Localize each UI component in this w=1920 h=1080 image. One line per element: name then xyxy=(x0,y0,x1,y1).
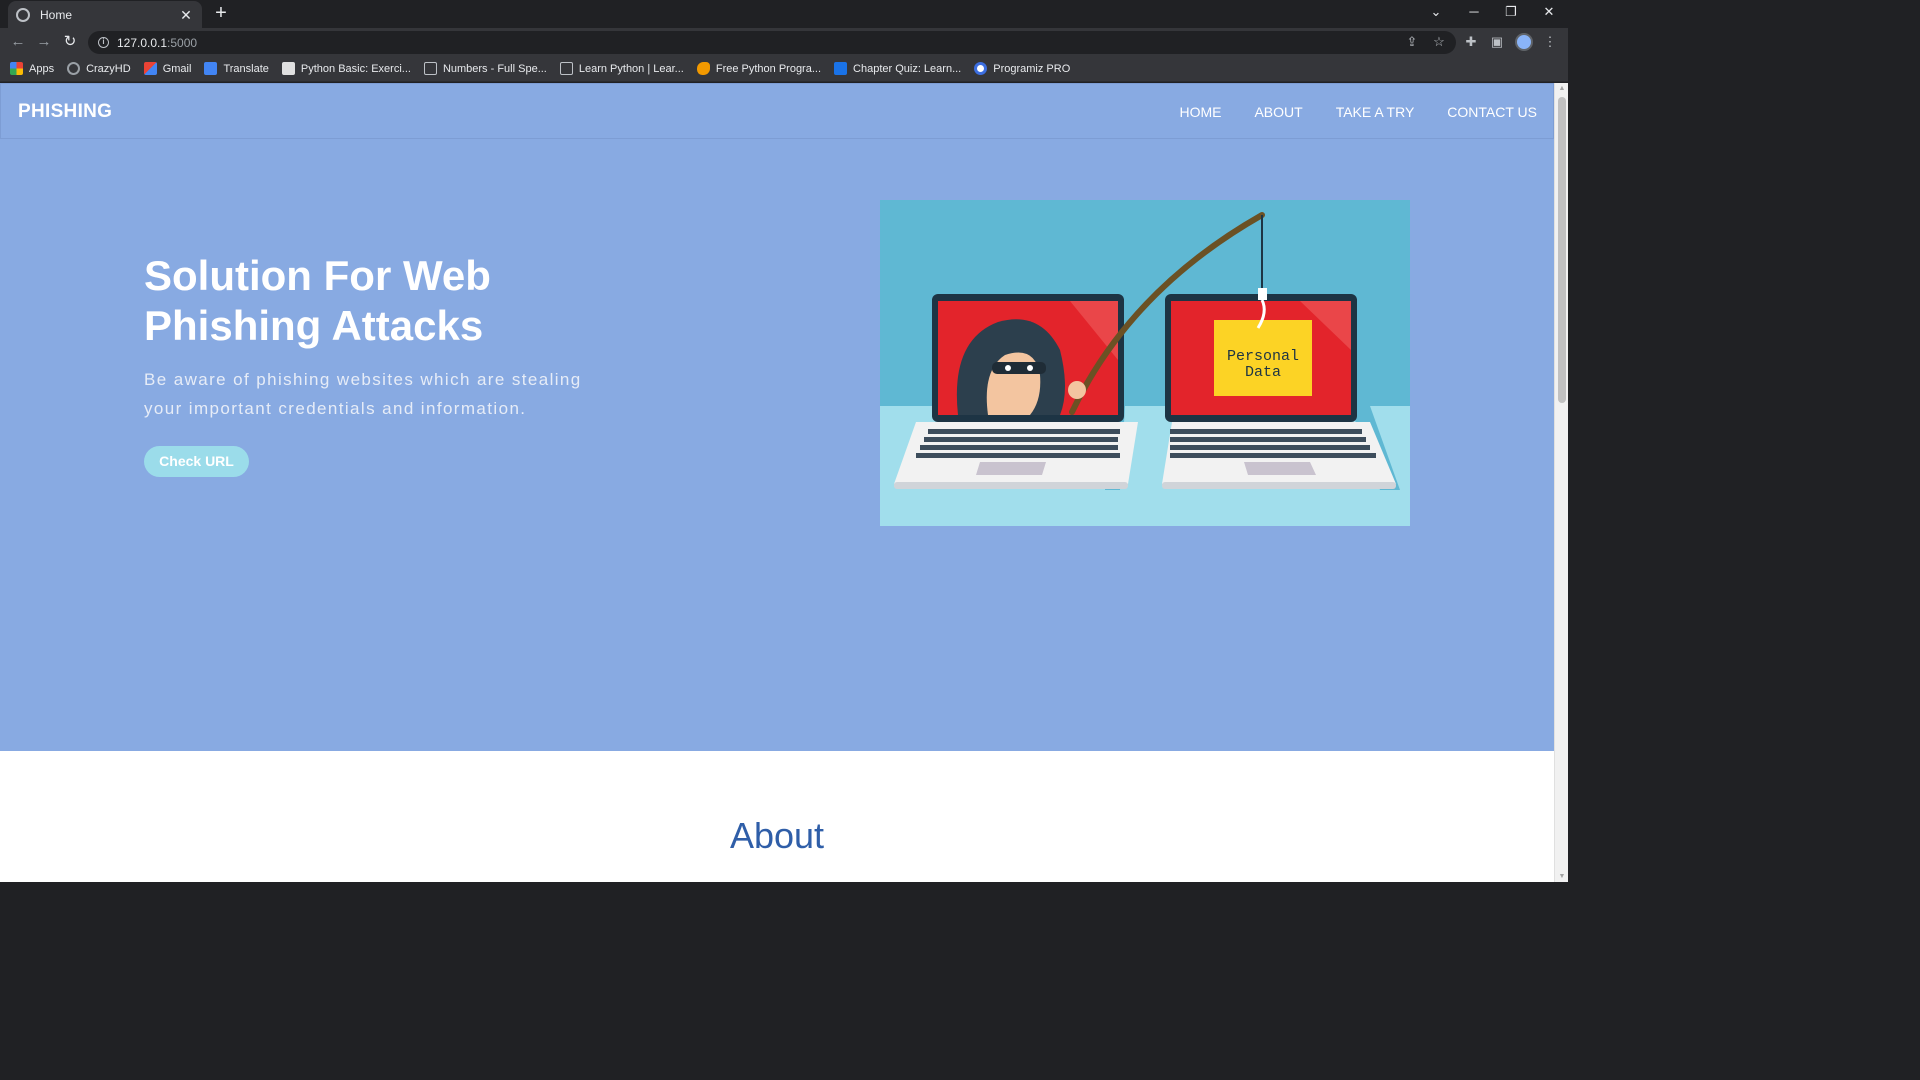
nav-links: HOME ABOUT TAKE A TRY CONTACT US xyxy=(1146,104,1537,120)
extensions-icon[interactable]: ✚ xyxy=(1463,34,1479,50)
bookmark-apps[interactable]: Apps xyxy=(10,62,54,75)
gmail-icon xyxy=(143,62,157,75)
programiz-icon xyxy=(974,62,988,75)
page-viewport: PHISHING HOME ABOUT TAKE A TRY CONTACT U… xyxy=(0,83,1554,882)
nav-home[interactable]: HOME xyxy=(1179,104,1221,120)
hero-title: Solution For Web Phishing Attacks xyxy=(144,252,491,349)
page-icon xyxy=(559,62,573,75)
nav-take-a-try[interactable]: TAKE A TRY xyxy=(1336,104,1415,120)
tab-home[interactable]: Home ✕ xyxy=(8,1,202,28)
site-info-icon[interactable]: i xyxy=(98,37,109,48)
restore-button[interactable]: ❐ xyxy=(1501,4,1521,20)
site-navbar: PHISHING HOME ABOUT TAKE A TRY CONTACT U… xyxy=(0,83,1554,139)
apps-grid-icon xyxy=(10,62,23,75)
hacker-hand xyxy=(1068,381,1086,399)
scrollbar-thumb[interactable] xyxy=(1558,97,1566,403)
folder-label-line1: Personal xyxy=(1227,348,1299,365)
address-bar[interactable]: i 127.0.0.1:5000 xyxy=(88,31,1456,54)
folder-label-line2: Data xyxy=(1245,364,1281,381)
url-host: 127.0.0.1 xyxy=(117,35,168,50)
bookmarks-bar: Apps CrazyHD Gmail Translate Python Basi… xyxy=(0,56,1568,82)
bookmark-crazyhd[interactable]: CrazyHD xyxy=(67,62,131,75)
nav-about[interactable]: ABOUT xyxy=(1254,104,1302,120)
bookmark-star-icon[interactable]: ☆ xyxy=(1431,34,1447,50)
url-port: :5000 xyxy=(167,35,198,50)
scroll-up-icon[interactable]: ▲ xyxy=(1558,85,1566,92)
site-brand[interactable]: PHISHING xyxy=(18,101,112,123)
phishing-illustration: Personal Data xyxy=(880,200,1410,526)
globe-icon xyxy=(67,62,81,75)
about-heading: About xyxy=(729,815,825,856)
tab-search-icon[interactable]: ⌄ xyxy=(1426,4,1446,20)
scroll-down-icon[interactable]: ▼ xyxy=(1558,873,1566,880)
side-panel-icon[interactable]: ▣ xyxy=(1489,34,1505,50)
bookmark-python-basic[interactable]: Python Basic: Exerci... xyxy=(281,62,411,75)
bookmark-free-python[interactable]: Free Python Progra... xyxy=(696,62,821,75)
back-icon[interactable]: ← xyxy=(9,33,27,51)
window-close-button[interactable]: ✕ xyxy=(1539,4,1559,20)
video-icon xyxy=(834,62,848,75)
tab-strip: Home ✕ + ⌄ ─ ❐ ✕ xyxy=(0,0,1568,28)
bookmark-translate[interactable]: Translate xyxy=(204,62,269,75)
share-icon[interactable]: ⇪ xyxy=(1404,34,1420,50)
check-url-button[interactable]: Check URL xyxy=(144,446,249,477)
fishing-hook xyxy=(1258,288,1267,300)
page-scrollbar[interactable]: ▲ ▼ xyxy=(1554,83,1568,882)
about-section: About xyxy=(0,751,1554,882)
minimize-button[interactable]: ─ xyxy=(1464,4,1484,19)
globe-icon xyxy=(16,7,30,22)
africa-icon xyxy=(696,62,710,75)
hero-subtitle: Be aware of phishing websites which are … xyxy=(144,370,582,418)
hero-section: Solution For Web Phishing Attacks Be awa… xyxy=(0,139,1554,751)
tab-title: Home xyxy=(40,7,73,22)
more-menu-icon[interactable]: ⋮ xyxy=(1542,34,1558,50)
forward-icon[interactable]: → xyxy=(35,33,53,51)
bookmark-gmail[interactable]: Gmail xyxy=(143,62,191,75)
profile-avatar[interactable] xyxy=(1515,33,1533,51)
browser-toolbar: ← → ↻ i 127.0.0.1:5000 ⇪ ☆ ✚ ▣ ⋮ xyxy=(0,28,1568,56)
bookmark-programiz[interactable]: Programiz PRO xyxy=(974,62,1070,75)
bookmark-chapter-quiz[interactable]: Chapter Quiz: Learn... xyxy=(834,62,961,75)
new-tab-button[interactable]: + xyxy=(212,3,230,23)
tab-close-icon[interactable]: ✕ xyxy=(178,8,194,22)
hacker-mask xyxy=(992,362,1046,374)
nav-contact-us[interactable]: CONTACT US xyxy=(1447,104,1537,120)
reload-icon[interactable]: ↻ xyxy=(61,33,79,51)
bookmark-learn-python[interactable]: Learn Python | Lear... xyxy=(559,62,684,75)
bookmark-numbers[interactable]: Numbers - Full Spe... xyxy=(423,62,547,75)
terminal-icon xyxy=(423,62,437,75)
translate-icon xyxy=(204,62,218,75)
w3resource-icon xyxy=(281,62,295,75)
